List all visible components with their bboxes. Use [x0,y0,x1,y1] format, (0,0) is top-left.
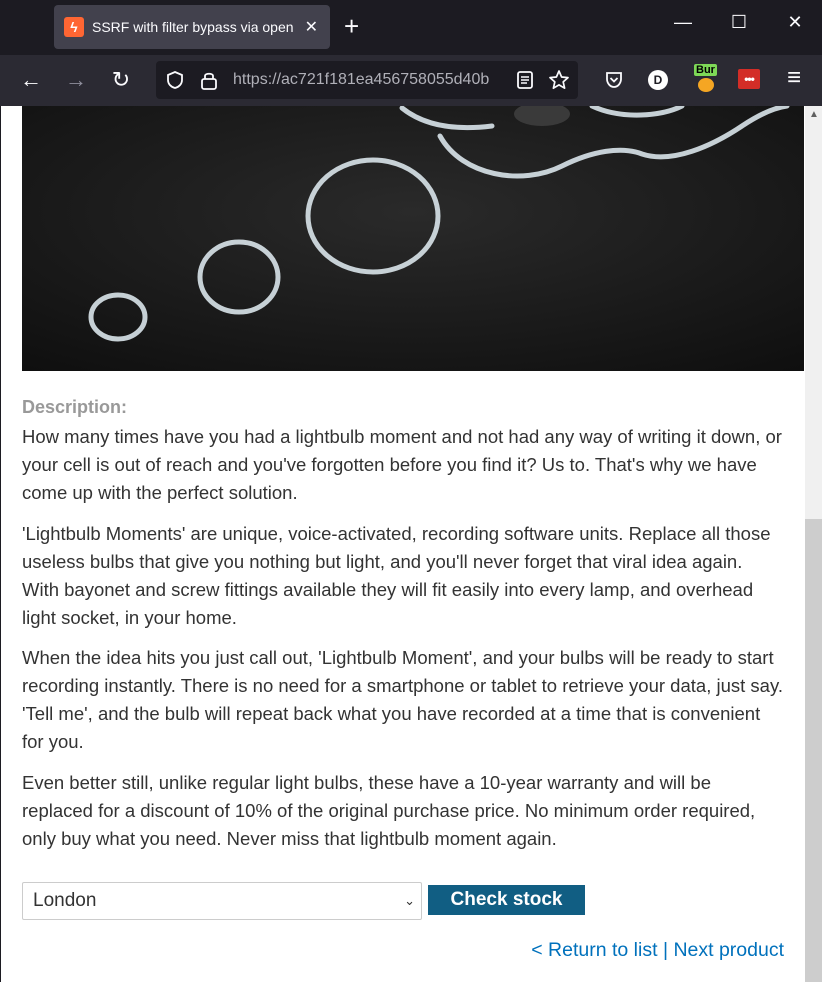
store-select[interactable]: London ⌄ [22,882,422,920]
back-button[interactable]: ← [17,67,45,93]
lock-icon[interactable] [200,70,218,90]
tab-title: SSRF with filter bypass via open [92,19,294,35]
browser-toolbar: ← → ↻ https://ac721f181ea456758055d40b D… [0,55,822,106]
next-product-link[interactable]: Next product [673,939,784,961]
reader-view-icon[interactable] [516,70,534,90]
new-tab-button[interactable]: + [344,12,359,40]
close-window-button[interactable]: ✕ [780,12,810,33]
product-image [22,106,804,371]
store-select-value: London [33,890,97,911]
bookmark-star-icon[interactable] [548,69,570,91]
url-text[interactable]: https://ac721f181ea456758055d40b [233,71,505,89]
burp-label: Bur [694,64,717,76]
description-paragraph-2: 'Lightbulb Moments' are unique, voice-ac… [22,523,771,628]
lastpass-icon[interactable]: ••• [738,69,760,89]
description-paragraph-4: Even better still, unlike regular light … [22,772,756,849]
scrollbar-thumb[interactable] [805,519,822,982]
forward-button[interactable]: → [62,67,90,93]
minimize-button[interactable]: — [668,12,698,33]
extension-d-icon[interactable]: D [648,70,668,90]
product-navigation: < Return to list | Next product [531,939,784,962]
shield-icon[interactable] [165,70,185,90]
chalk-thought-bubble-image [22,106,804,371]
browser-tab-active[interactable]: ϟ SSRF with filter bypass via open ✕ [54,5,330,49]
lightning-icon: ϟ [64,17,84,37]
check-stock-button[interactable]: Check stock [428,885,585,915]
pocket-icon[interactable] [604,70,624,90]
burp-extension-icon[interactable]: Bur [693,64,719,94]
reload-button[interactable]: ↻ [107,67,135,93]
description-paragraph-3: When the idea hits you just call out, 'L… [22,647,783,752]
page-content: ▲ Description: How many times have you h… [0,106,822,982]
description-paragraph-1: How many times have you had a lightbulb … [22,426,782,503]
url-bar[interactable]: https://ac721f181ea456758055d40b [156,61,578,99]
return-to-list-link[interactable]: < Return to list [531,939,657,961]
close-tab-icon[interactable]: ✕ [305,17,318,37]
link-separator: | [662,939,669,961]
maximize-button[interactable]: ☐ [724,12,754,33]
scroll-up-arrow-icon[interactable]: ▲ [805,106,822,124]
chevron-down-icon: ⌄ [404,893,415,908]
menu-button[interactable]: ≡ [780,65,808,91]
browser-titlebar: ϟ SSRF with filter bypass via open ✕ + —… [0,0,822,55]
burp-face-icon [698,78,714,92]
description-label: Description: [22,397,128,417]
